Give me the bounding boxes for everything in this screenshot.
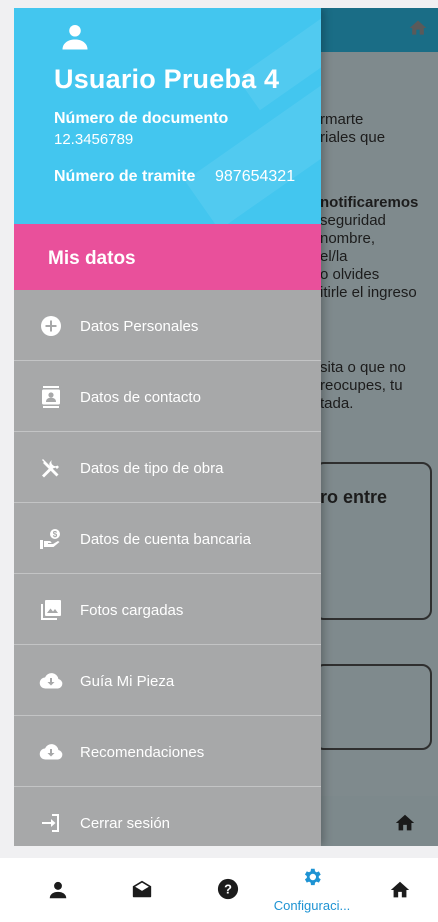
section-header: Mis datos [14,224,321,290]
background-text: nombre, [320,230,376,247]
menu-item-datos-cuenta-bancaria[interactable]: $ Datos de cuenta bancaria [14,503,321,574]
nav-settings[interactable]: Configuraci... [268,858,356,922]
gear-icon [304,868,321,886]
nav-help[interactable]: ? [184,858,272,922]
user-name: Usuario Prueba 4 [54,64,280,94]
menu-item-datos-personales[interactable]: Datos Personales [14,290,321,361]
contact-card-icon [42,386,60,408]
tramite-value: 987654321 [215,168,296,185]
money-hand-icon: $ [40,529,60,549]
menu-item-fotos-cargadas[interactable]: Fotos cargadas [14,574,321,645]
nav-profile[interactable] [14,858,102,922]
nav-home[interactable] [356,858,438,922]
menu-item-label: Datos de tipo de obra [80,460,224,477]
background-text: rmarte [320,111,364,128]
menu-item-label: Recomendaciones [80,744,205,761]
tools-icon [42,459,59,478]
background-text: sita o que no [320,359,406,376]
cloud-download-icon [39,673,63,689]
menu-item-label: Datos de contacto [80,389,201,406]
cloud-download-icon [39,744,63,760]
background-text: el/la [320,248,348,265]
background-text: itirle el ingreso [320,284,417,301]
background-text: notificaremos [320,194,419,211]
background-card [314,664,432,750]
menu-item-datos-tipo-obra[interactable]: Datos de tipo de obra [14,432,321,503]
nav-settings-label: Configuraci... [273,898,351,913]
background-text: tada. [320,395,354,412]
menu-item-label: Datos de cuenta bancaria [80,531,251,548]
home-icon [390,881,410,898]
app-screen: rmarte riales que notificaremos segurida… [14,8,438,846]
bottom-navigation: ? Configuraci... [0,858,438,922]
home-icon [409,20,427,35]
home-icon [395,814,415,831]
help-circle-icon: ? [217,878,239,900]
navigation-drawer: Usuario Prueba 4 Número de documento 12.… [14,8,321,846]
background-card-title: ro entre [320,487,388,507]
background-card [314,462,432,620]
person-icon [49,881,67,899]
background-text: reocupes, tu [320,377,403,394]
drawer-menu: Datos Personales Datos de contacto Datos… [14,290,321,846]
background-text: o olvides [320,266,380,283]
menu-item-recomendaciones[interactable]: Recomendaciones [14,716,321,787]
envelope-open-icon [132,880,152,898]
menu-item-datos-contacto[interactable]: Datos de contacto [14,361,321,432]
background-text: riales que [320,129,386,146]
section-title: Mis datos [48,248,136,269]
svg-text:$: $ [53,530,58,539]
menu-item-cerrar-sesion[interactable]: Cerrar sesión [14,787,321,846]
background-text: seguridad [320,212,386,229]
person-icon [62,25,88,50]
plus-circle-icon [41,316,61,336]
document-value: 12.3456789 [54,131,134,148]
menu-item-label: Fotos cargadas [80,602,184,619]
menu-item-label: Datos Personales [80,318,199,335]
logout-icon [42,814,59,832]
svg-text:?: ? [224,882,232,897]
nav-messages[interactable] [98,858,186,922]
menu-item-label: Cerrar sesión [80,815,171,832]
menu-item-guia-mi-pieza[interactable]: Guía Mi Pieza [14,645,321,716]
document-label: Número de documento [54,110,229,127]
drawer-header: Usuario Prueba 4 Número de documento 12.… [14,8,321,224]
tramite-label: Número de tramite [54,168,196,185]
menu-item-label: Guía Mi Pieza [80,673,175,690]
photo-library-icon [41,600,61,620]
